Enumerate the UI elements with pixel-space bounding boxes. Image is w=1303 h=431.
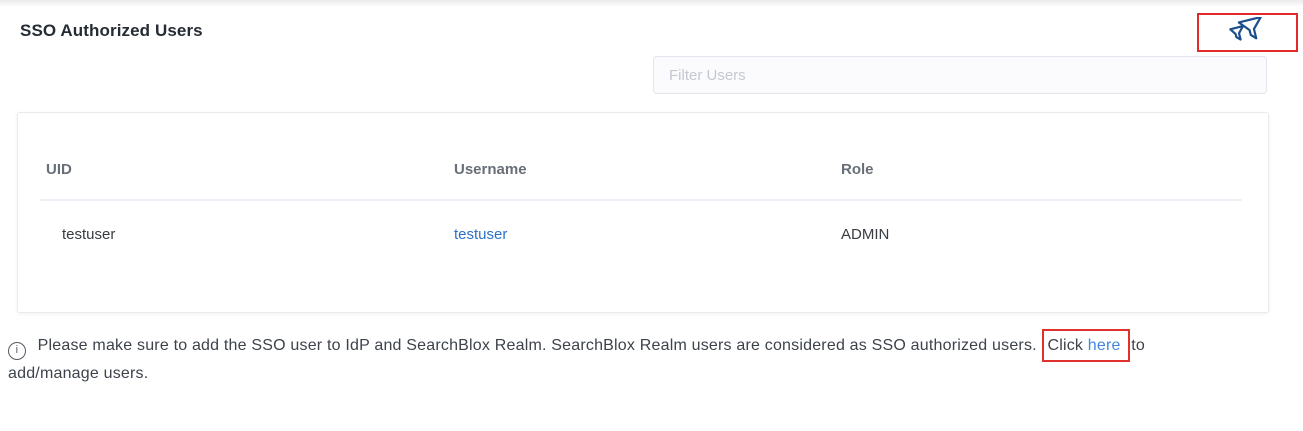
cell-username: testuser: [454, 226, 507, 243]
info-note-line2: add/manage users.: [8, 364, 149, 382]
top-edge-shade: [0, 0, 1303, 7]
filter-users-input[interactable]: [653, 56, 1267, 94]
page-title: SSO Authorized Users: [20, 21, 203, 40]
column-header-uid: UID: [46, 161, 72, 178]
column-header-role: Role: [841, 161, 874, 178]
cell-uid: testuser: [62, 226, 116, 243]
info-note-line1: i Please make sure to add the SSO user t…: [8, 329, 1146, 362]
header-divider: [40, 199, 1242, 201]
filter-annotation-box: [1197, 13, 1298, 52]
column-header-username: Username: [454, 161, 527, 178]
click-text: Click: [1047, 337, 1084, 354]
cell-role: ADMIN: [841, 226, 890, 243]
info-text-after: to: [1131, 337, 1146, 354]
info-text: Please make sure to add the SSO user to …: [37, 337, 1037, 354]
info-icon: i: [8, 341, 26, 360]
info-note: i Please make sure to add the SSO user t…: [8, 329, 1298, 387]
filter-icon: [1228, 15, 1268, 49]
click-here-annotation-box: Click here: [1042, 329, 1131, 362]
here-link[interactable]: here: [1088, 337, 1121, 354]
username-link[interactable]: testuser: [454, 226, 507, 243]
sso-users-table: UID Username Role testuser testuser ADMI…: [17, 112, 1269, 313]
filter-toggle-button[interactable]: [1228, 15, 1268, 49]
